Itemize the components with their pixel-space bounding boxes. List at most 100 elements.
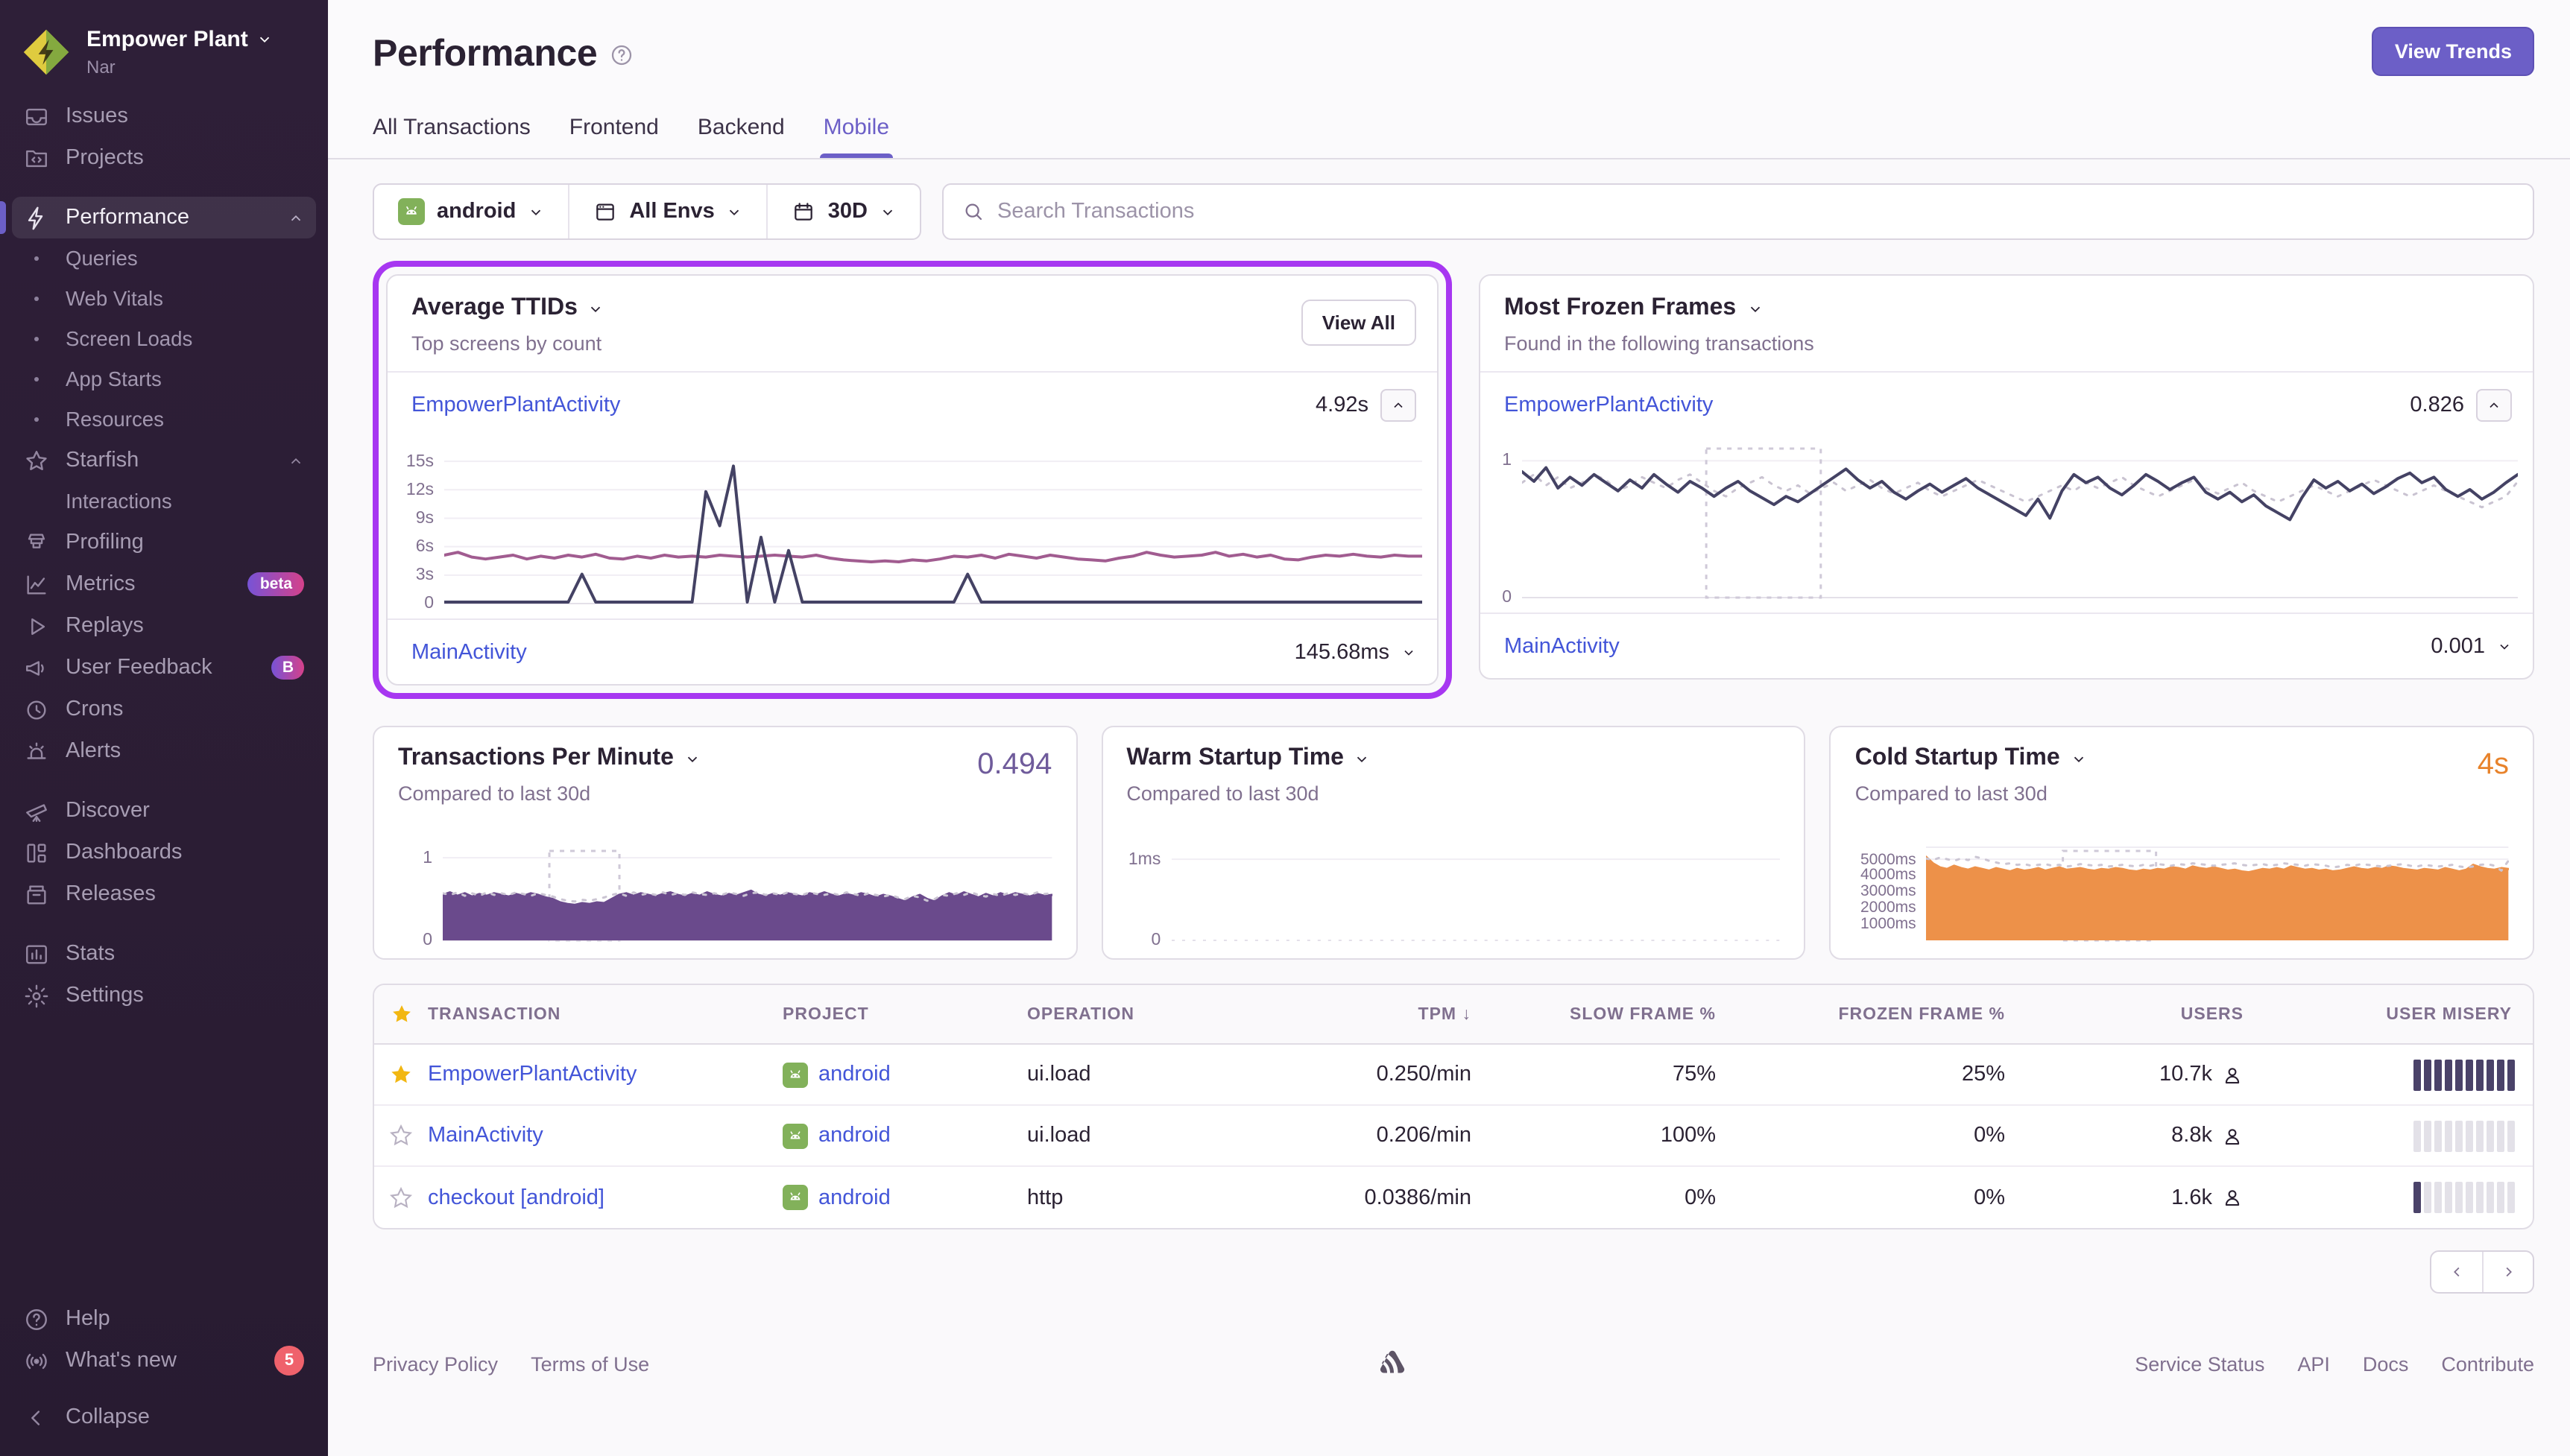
date-range-filter[interactable]: 30D [767,185,920,238]
project-link[interactable]: android [818,1124,891,1148]
transaction-link[interactable]: MainActivity [411,640,527,664]
org-switcher[interactable]: Empower Plant Nar [0,18,328,92]
sidebar-item-releases[interactable]: Releases [12,873,316,915]
contribute-link[interactable]: Contribute [2441,1352,2534,1375]
transaction-link[interactable]: MainActivity [428,1124,543,1148]
column-header-project[interactable]: PROJECT [783,1005,1027,1023]
sidebar-item-alerts[interactable]: Alerts [12,730,316,772]
sidebar-item-label: Queries [66,247,138,270]
sidebar-item-projects[interactable]: Projects [12,137,316,179]
docs-link[interactable]: Docs [2363,1352,2409,1375]
sidebar-item-help[interactable]: Help [12,1298,316,1340]
card-title-dropdown[interactable]: Most Frozen Frames [1504,295,2509,322]
sidebar-item-label: Profiling [66,531,144,554]
transaction-link[interactable]: EmpowerPlantActivity [411,393,620,417]
tab-backend[interactable]: Backend [698,115,785,158]
sidebar-item-interactions[interactable]: Interactions [12,481,316,522]
y-axis-label: 0 [423,933,432,950]
sidebar-item-queries[interactable]: Queries [12,238,316,279]
tab-all-transactions[interactable]: All Transactions [373,115,531,158]
sidebar-item-label: Metrics [66,572,135,596]
column-header-users[interactable]: USERS [2011,1005,2249,1023]
collapse-row-button[interactable] [1380,388,1416,421]
collapse-row-button[interactable] [2476,388,2512,421]
sidebar-item-web-vitals[interactable]: Web Vitals [12,279,316,319]
sidebar-item-replays[interactable]: Replays [12,605,316,647]
star-outline-icon[interactable] [389,1186,413,1209]
y-axis-label: 0 [424,596,434,613]
column-header-user-misery[interactable]: USER MISERY [2249,1005,2533,1023]
bullet-icon [34,417,39,422]
sidebar-collapse-button[interactable]: Collapse [12,1396,316,1438]
sidebar-item-profiling[interactable]: Profiling [12,522,316,563]
project-filter[interactable]: android [374,185,568,238]
card-title-dropdown[interactable]: Cold Startup Time [1855,745,2509,772]
column-header-tpm[interactable]: TPM ↓ [1278,1005,1477,1023]
chevron-down-icon[interactable] [1401,645,1416,659]
search-container [942,183,2534,240]
terms-of-use-link[interactable]: Terms of Use [531,1352,649,1375]
b-badge: B [272,656,304,680]
sidebar-item-crons[interactable]: Crons [12,689,316,730]
card-subtitle: Top screens by count [411,332,1413,355]
sidebar-item-settings[interactable]: Settings [12,975,316,1016]
column-header-slow-frame[interactable]: SLOW FRAME % [1477,1005,1722,1023]
cold-startup-time-card: Cold Startup Time Compared to last 30d 4… [1830,726,2534,960]
sidebar-item-metrics[interactable]: Metrics beta [12,563,316,605]
project-link[interactable]: android [818,1063,891,1086]
ttid-chart: 15s12s9s6s3s0 [388,437,1437,618]
slow-frame-cell: 75% [1477,1063,1722,1086]
sidebar-item-whats-new[interactable]: What's new 5 [12,1340,316,1381]
project-cell[interactable]: android [783,1123,1027,1148]
privacy-policy-link[interactable]: Privacy Policy [373,1352,498,1375]
chevron-down-icon [1354,750,1371,767]
users-cell: 1.6k [2011,1186,2249,1209]
sidebar-item-performance[interactable]: Performance [12,197,316,238]
star-filled-icon[interactable] [389,1063,413,1086]
transaction-link[interactable]: EmpowerPlantActivity [428,1063,637,1086]
sidebar-item-screen-loads[interactable]: Screen Loads [12,319,316,359]
sidebar-item-user-feedback[interactable]: User Feedback B [12,647,316,689]
sidebar-item-stats[interactable]: Stats [12,933,316,975]
sidebar-item-starfish[interactable]: Starfish [12,440,316,481]
column-header-transaction[interactable]: TRANSACTION [428,1005,783,1023]
question-circle-icon[interactable] [609,42,633,66]
bullet-icon [34,337,39,341]
sidebar-item-discover[interactable]: Discover [12,790,316,832]
previous-page-button[interactable] [2431,1252,2482,1292]
search-input[interactable] [997,200,2515,224]
chevron-down-icon [2071,750,2087,767]
sidebar-item-issues[interactable]: Issues [12,95,316,137]
sidebar-item-label: Screen Loads [66,328,192,350]
column-header-operation[interactable]: OPERATION [1027,1005,1278,1023]
view-trends-button[interactable]: View Trends [2372,27,2534,76]
view-all-button[interactable]: View All [1301,300,1416,346]
sidebar-item-app-starts[interactable]: App Starts [12,359,316,399]
transaction-link[interactable]: checkout [android] [428,1186,604,1209]
transaction-link[interactable]: EmpowerPlantActivity [1504,393,1713,417]
chevron-down-icon[interactable] [2497,639,2512,653]
project-cell[interactable]: android [783,1185,1027,1210]
next-page-button[interactable] [2482,1252,2533,1292]
star-filled-icon[interactable] [390,1003,412,1025]
sidebar: Empower Plant Nar Issues Projects Perfor… [0,0,328,1456]
card-title-dropdown[interactable]: Transactions Per Minute [398,745,1052,772]
transaction-link[interactable]: MainActivity [1504,634,1620,658]
card-title-dropdown[interactable]: Warm Startup Time [1126,745,1780,772]
star-outline-icon[interactable] [389,1124,413,1148]
environment-filter-value: All Envs [629,200,714,224]
project-link[interactable]: android [818,1186,891,1209]
sidebar-item-resources[interactable]: Resources [12,399,316,440]
card-title-dropdown[interactable]: Average TTIDs [411,295,1413,322]
tab-frontend[interactable]: Frontend [569,115,659,158]
environment-filter[interactable]: All Envs [568,185,766,238]
project-cell[interactable]: android [783,1062,1027,1087]
api-link[interactable]: API [2297,1352,2330,1375]
org-project: Nar [86,57,274,77]
tab-mobile[interactable]: Mobile [824,115,889,158]
service-status-link[interactable]: Service Status [2135,1352,2264,1375]
sidebar-item-dashboards[interactable]: Dashboards [12,832,316,873]
column-header-frozen-frame[interactable]: FROZEN FRAME % [1722,1005,2011,1023]
android-project-icon [398,198,425,225]
gear-icon [24,983,49,1008]
